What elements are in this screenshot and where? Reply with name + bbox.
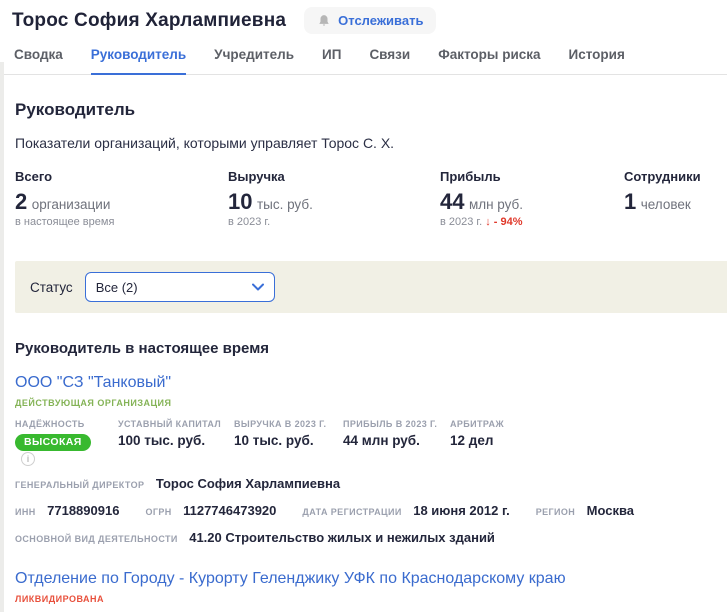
status-select[interactable]: Все (2)	[85, 272, 275, 302]
metric-reliability: НАДЁЖНОСТЬ ВЫСОКАЯi	[15, 419, 118, 466]
metric-revenue: ВЫРУЧКА В 2023 Г. 10 тыс. руб.	[234, 419, 343, 466]
tab-rukovoditel[interactable]: Руководитель	[91, 38, 186, 75]
stat-value: 1 человек	[624, 189, 701, 215]
tab-svodka[interactable]: Сводка	[14, 38, 63, 74]
reliability-badge: ВЫСОКАЯ	[15, 434, 91, 451]
inn-value: 7718890916	[47, 503, 119, 518]
tab-ip[interactable]: ИП	[322, 38, 341, 74]
stat-label: Выручка	[228, 169, 440, 184]
stats-row: Всего 2 организации в настоящее время Вы…	[15, 169, 727, 228]
company-link[interactable]: ООО "СЗ "Танковый"	[15, 374, 171, 391]
metric-capital: УСТАВНЫЙ КАПИТАЛ 100 тыс. руб.	[118, 419, 234, 466]
info-icon[interactable]: i	[21, 452, 35, 466]
page-title: Торос София Харлампиевна	[12, 10, 286, 32]
metric-arbitration: АРБИТРАЖ 12 дел	[450, 419, 516, 466]
activity-row: ОСНОВНОЙ ВИД ДЕЯТЕЛЬНОСТИ 41.20 Строител…	[15, 529, 727, 547]
ogrn-value: 1127746473920	[183, 503, 276, 518]
tab-svyazi[interactable]: Связи	[369, 38, 410, 74]
section-title: Руководитель	[15, 100, 727, 120]
main-content: Руководитель Показатели организаций, кот…	[0, 100, 727, 612]
company-metrics-row: НАДЁЖНОСТЬ ВЫСОКАЯi УСТАВНЫЙ КАПИТАЛ 100…	[15, 419, 727, 466]
status-filter-bar: Статус Все (2)	[15, 261, 727, 313]
stat-label: Прибыль	[440, 169, 624, 184]
tab-istoriya[interactable]: История	[569, 38, 625, 74]
stat-note: в 2023 г. ↓ - 94%	[440, 216, 624, 228]
director-name: Торос София Харлампиевна	[156, 476, 340, 491]
tab-faktory-riska[interactable]: Факторы риска	[438, 38, 540, 74]
stat-label: Сотрудники	[624, 169, 701, 184]
stat-label: Всего	[15, 169, 228, 184]
company-card-otdelenie: Отделение по Городу - Курорту Геленджику…	[15, 570, 727, 612]
company-status-badge: ЛИКВИДИРОВАНА	[15, 594, 727, 604]
activity-value: 41.20 Строительство жилых и нежилых здан…	[189, 530, 495, 545]
chevron-down-icon	[252, 283, 264, 291]
registration-date-value: 18 июня 2012 г.	[413, 503, 509, 518]
stat-note: в 2023 г.	[228, 216, 440, 228]
status-filter-label: Статус	[30, 280, 73, 295]
company-card-tankoviy: ООО "СЗ "Танковый" ДЕЙСТВУЮЩАЯ ОРГАНИЗАЦ…	[15, 374, 727, 547]
stat-value: 44 млн руб.	[440, 189, 624, 215]
metric-profit: ПРИБЫЛЬ В 2023 Г. 44 млн руб.	[343, 419, 450, 466]
stat-note: в настоящее время	[15, 216, 228, 228]
page-edge-strip	[0, 62, 4, 612]
profit-decline-indicator: ↓ - 94%	[485, 216, 522, 228]
follow-button-label: Отслеживать	[338, 13, 423, 28]
section-subtitle: Показатели организаций, которыми управля…	[15, 135, 727, 151]
tab-uchreditel[interactable]: Учредитель	[214, 38, 294, 74]
stat-employees: Сотрудники 1 человек	[624, 169, 701, 228]
director-row: ГЕНЕРАЛЬНЫЙ ДИРЕКТОР Торос София Харламп…	[15, 475, 727, 493]
tab-bar: Сводка Руководитель Учредитель ИП Связи …	[0, 36, 727, 75]
region-value: Москва	[587, 503, 634, 518]
list-title: Руководитель в настоящее время	[15, 340, 727, 357]
stat-value: 10 тыс. руб.	[228, 189, 440, 215]
stat-profit: Прибыль 44 млн руб. в 2023 г. ↓ - 94%	[440, 169, 624, 228]
registry-row: ИНН 7718890916 ОГРН 1127746473920 ДАТА Р…	[15, 502, 727, 520]
company-link[interactable]: Отделение по Городу - Курорту Геленджику…	[15, 570, 566, 587]
status-select-value: Все (2)	[96, 280, 138, 295]
follow-button[interactable]: Отслеживать	[304, 7, 436, 34]
stat-total: Всего 2 организации в настоящее время	[15, 169, 228, 228]
stat-revenue: Выручка 10 тыс. руб. в 2023 г.	[228, 169, 440, 228]
bell-icon	[317, 14, 331, 28]
header: Торос София Харлампиевна Отслеживать	[0, 0, 727, 36]
stat-value: 2 организации	[15, 189, 228, 215]
company-status-badge: ДЕЙСТВУЮЩАЯ ОРГАНИЗАЦИЯ	[15, 398, 727, 408]
